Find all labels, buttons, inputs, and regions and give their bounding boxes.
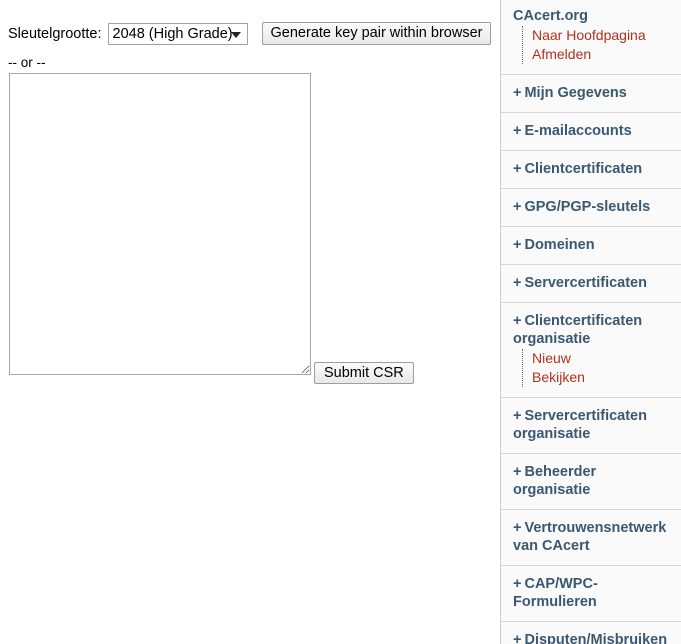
sidebar-sublink-list: Naar Hoofdpagina Afmelden xyxy=(522,26,675,64)
sidebar-section-header[interactable]: + E-mailaccounts xyxy=(513,122,675,140)
sidebar-section: + Mijn Gegevens xyxy=(501,75,681,113)
expand-plus-icon: + xyxy=(513,199,522,215)
keysize-select[interactable]: 2048 (High Grade) xyxy=(107,22,248,45)
sidebar-section: + Clientcertificaten organisatie Nieuw Beki… xyxy=(501,303,681,398)
expand-plus-icon: + xyxy=(513,123,522,139)
expand-plus-icon: + xyxy=(513,408,522,424)
sidebar-section-header[interactable]: + Servercertificaten xyxy=(513,274,675,292)
sidebar-section-header[interactable]: + Servercertificaten organisatie xyxy=(513,407,675,443)
sidebar-sublink[interactable]: Bekijken xyxy=(532,368,675,387)
sidebar-section: + Servercertificaten organisatie xyxy=(501,398,681,454)
sidebar-section: + Clientcertificaten xyxy=(501,151,681,189)
expand-plus-icon: + xyxy=(513,313,522,329)
sidebar-section-label: Domeinen xyxy=(524,237,595,253)
sidebar-section-header[interactable]: CAcert.org xyxy=(513,7,675,25)
expand-plus-icon: + xyxy=(513,161,522,177)
sidebar-section-header[interactable]: + Beheerder organisatie xyxy=(513,463,675,499)
sidebar-section-label: CAcert.org xyxy=(513,8,588,24)
submit-csr-button[interactable]: Submit CSR xyxy=(314,362,414,384)
sidebar-section: + GPG/PGP-sleutels xyxy=(501,189,681,227)
sidebar: CAcert.org Naar Hoofdpagina Afmelden + Mijn … xyxy=(500,0,681,644)
sidebar-section-label: Clientcertificaten organisatie xyxy=(513,313,643,347)
keysize-row: Sleutelgrootte: 2048 (High Grade) Genera… xyxy=(8,22,492,45)
sidebar-sublink[interactable]: Afmelden xyxy=(532,45,675,64)
sidebar-section-header[interactable]: + Disputen/Misbruiken xyxy=(513,631,675,644)
sidebar-section: + CAP/WPC-Formulieren xyxy=(501,566,681,622)
sidebar-section-header[interactable]: + Vertrouwensnetwerk van CAcert xyxy=(513,519,675,555)
sidebar-section-label: Servercertificaten organisatie xyxy=(513,408,647,442)
expand-plus-icon: + xyxy=(513,275,522,291)
sidebar-section-label: Clientcertificaten xyxy=(524,161,643,177)
expand-plus-icon: + xyxy=(513,632,522,644)
sidebar-section: CAcert.org Naar Hoofdpagina Afmelden xyxy=(501,0,681,75)
expand-plus-icon: + xyxy=(513,85,522,101)
sidebar-section-header[interactable]: + CAP/WPC-Formulieren xyxy=(513,575,675,611)
sidebar-section-header[interactable]: + Mijn Gegevens xyxy=(513,84,675,102)
sidebar-section-header[interactable]: + GPG/PGP-sleutels xyxy=(513,198,675,216)
sidebar-sublink[interactable]: Naar Hoofdpagina xyxy=(532,26,675,45)
expand-plus-icon: + xyxy=(513,237,522,253)
sidebar-sublink-list: Nieuw Bekijken xyxy=(522,349,675,387)
sidebar-section: + Domeinen xyxy=(501,227,681,265)
sidebar-section-header[interactable]: + Clientcertificaten organisatie xyxy=(513,312,675,348)
keysize-label: Sleutelgrootte: xyxy=(8,25,102,42)
keysize-select-wrapper: 2048 (High Grade) xyxy=(107,22,248,45)
csr-textarea-wrapper xyxy=(9,73,311,375)
sidebar-section-header[interactable]: + Clientcertificaten xyxy=(513,160,675,178)
sidebar-section: + Disputen/Misbruiken xyxy=(501,622,681,644)
sidebar-section-label: Mijn Gegevens xyxy=(524,85,627,101)
expand-plus-icon: + xyxy=(513,576,522,592)
csr-input[interactable] xyxy=(9,73,311,375)
sidebar-sublink[interactable]: Nieuw xyxy=(532,349,675,368)
sidebar-section: + E-mailaccounts xyxy=(501,113,681,151)
sidebar-section-label: Beheerder organisatie xyxy=(513,464,597,498)
sidebar-section-label: Vertrouwensnetwerk van CAcert xyxy=(513,520,667,554)
sidebar-section-header[interactable]: + Domeinen xyxy=(513,236,675,254)
sidebar-section-label: CAP/WPC-Formulieren xyxy=(513,576,598,610)
sidebar-section-label: GPG/PGP-sleutels xyxy=(524,199,651,215)
sidebar-section: + Servercertificaten xyxy=(501,265,681,303)
sidebar-section: + Vertrouwensnetwerk van CAcert xyxy=(501,510,681,566)
expand-plus-icon: + xyxy=(513,520,522,536)
main-content: Sleutelgrootte: 2048 (High Grade) Genera… xyxy=(0,0,500,644)
sidebar-section-label: E-mailaccounts xyxy=(524,123,632,139)
sidebar-section: + Beheerder organisatie xyxy=(501,454,681,510)
generate-key-pair-button[interactable]: Generate key pair within browser xyxy=(261,22,492,45)
page-root: Sleutelgrootte: 2048 (High Grade) Genera… xyxy=(0,0,681,644)
or-separator-text: -- or -- xyxy=(8,55,46,70)
expand-plus-icon: + xyxy=(513,464,522,480)
sidebar-section-label: Servercertificaten xyxy=(524,275,647,291)
sidebar-section-label: Disputen/Misbruiken xyxy=(524,632,668,644)
